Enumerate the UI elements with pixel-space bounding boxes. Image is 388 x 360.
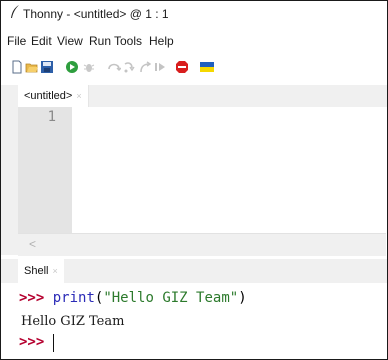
toolbar (1, 56, 387, 80)
command-paren-close: ) (238, 290, 247, 306)
menu-file[interactable]: File (7, 34, 26, 48)
close-icon[interactable]: × (76, 91, 81, 101)
tab-shell-label: Shell (24, 265, 49, 277)
tab-untitled[interactable]: <untitled> × (18, 85, 89, 107)
shell-output: Hello GIZ Team (21, 314, 125, 329)
shell-input-line[interactable]: >>> (19, 334, 44, 350)
stop-icon[interactable] (175, 60, 189, 74)
tab-untitled-label: <untitled> (24, 90, 73, 102)
flag-icon[interactable] (200, 60, 214, 74)
left-margin (1, 107, 18, 255)
tab-shell[interactable]: Shell × (18, 259, 64, 283)
text-caret (53, 334, 54, 352)
debug-icon[interactable] (82, 60, 96, 74)
shell-command-line: >>> print("Hello GIZ Team") (19, 290, 247, 306)
shell-prompt: >>> (19, 290, 45, 306)
menu-tools[interactable]: Tools (114, 34, 142, 48)
save-file-icon[interactable] (40, 60, 54, 74)
title-bar: Thonny - <untitled> @ 1 : 1 (1, 1, 387, 27)
step-out-icon[interactable] (138, 60, 152, 74)
menu-run[interactable]: Run (89, 34, 111, 48)
shell-tab-strip: Shell × (1, 259, 387, 283)
step-into-icon[interactable] (122, 60, 136, 74)
menu-help[interactable]: Help (149, 34, 174, 48)
scroll-left-icon[interactable]: < (29, 237, 36, 251)
run-icon[interactable] (65, 60, 79, 74)
command-function: print (52, 290, 95, 306)
new-file-icon[interactable] (10, 60, 24, 74)
command-string: "Hello GIZ Team" (103, 290, 239, 306)
thonny-window: Thonny - <untitled> @ 1 : 1 File Edit Vi… (0, 0, 388, 360)
editor-tab-strip: <untitled> × (1, 85, 387, 107)
resume-icon[interactable] (153, 60, 167, 74)
open-file-icon[interactable] (25, 60, 39, 74)
horizontal-scrollbar[interactable]: < (18, 233, 386, 256)
feather-icon (11, 5, 19, 18)
line-number: 1 (47, 109, 56, 125)
line-number-gutter: 1 (18, 107, 72, 233)
menu-view[interactable]: View (57, 34, 83, 48)
shell-prompt: >>> (19, 334, 45, 350)
menu-edit[interactable]: Edit (31, 34, 52, 48)
close-icon[interactable]: × (52, 266, 57, 276)
window-title: Thonny - <untitled> @ 1 : 1 (23, 7, 169, 21)
shell-console[interactable]: >>> print("Hello GIZ Team") Hello GIZ Te… (1, 283, 387, 359)
step-over-icon[interactable] (107, 60, 121, 74)
code-editor[interactable]: 1 (18, 107, 386, 233)
